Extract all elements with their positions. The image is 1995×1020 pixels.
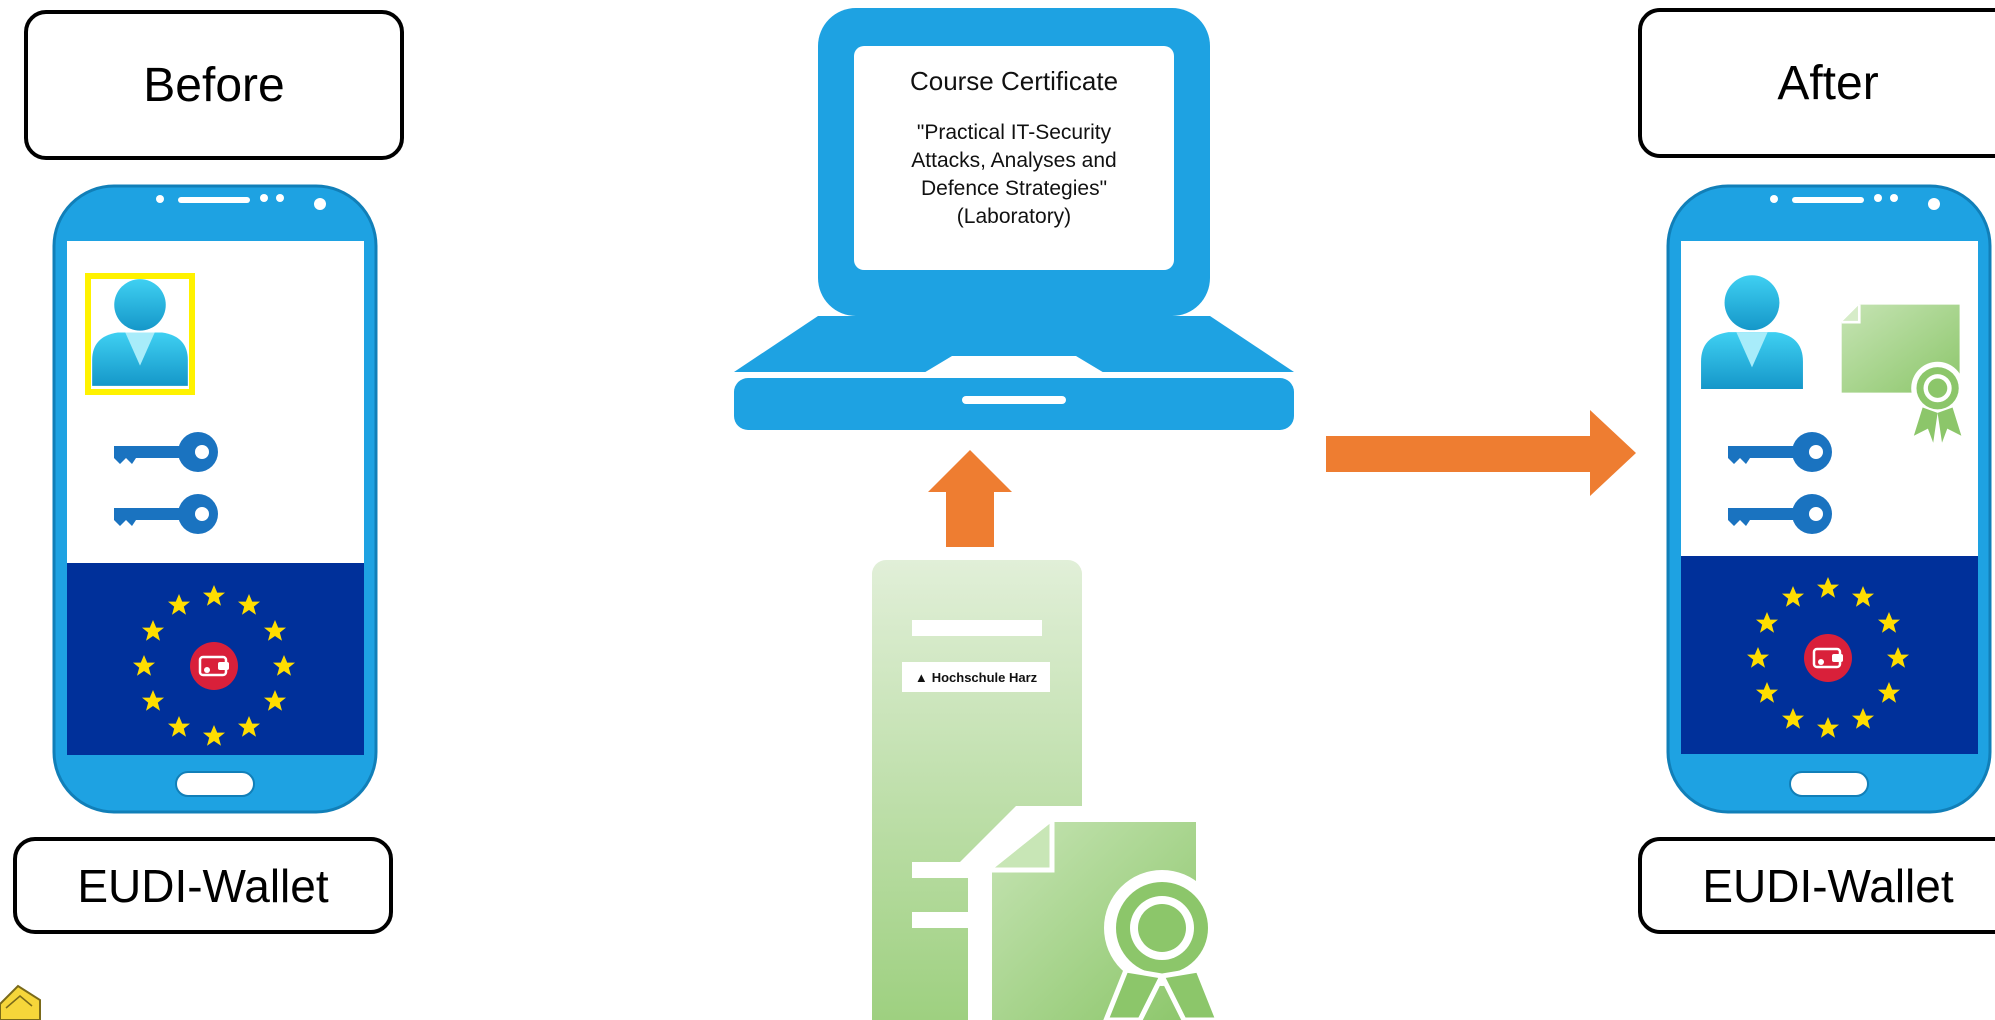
certificate-text: Course Certificate "Practical IT-Securit… xyxy=(854,66,1174,231)
home-button xyxy=(1789,771,1869,797)
transfer-arrow-icon xyxy=(1326,410,1636,496)
issuer-name: Hochschule Harz xyxy=(931,669,1038,685)
certificate-line: (Laboratory) xyxy=(956,205,1072,228)
upload-arrow-icon xyxy=(928,450,1012,547)
certificate-line: Defence Strategies" xyxy=(920,177,1108,200)
logo-fragment-icon xyxy=(0,984,41,1020)
server-icon xyxy=(872,560,1240,1020)
phone-before xyxy=(52,184,378,814)
certificate-title: Course Certificate xyxy=(909,66,1119,96)
certificate-line: Attacks, Analyses and xyxy=(911,149,1117,172)
phone-after xyxy=(1666,184,1992,814)
home-button xyxy=(175,771,255,797)
wallet-icon xyxy=(1802,632,1854,684)
wallet-icon xyxy=(188,640,240,692)
certificate-line: "Practical IT-Security xyxy=(916,121,1112,144)
issuer-label: ▲ Hochschule Harz xyxy=(902,662,1050,692)
issuer-logo-icon: ▲ xyxy=(914,669,928,685)
